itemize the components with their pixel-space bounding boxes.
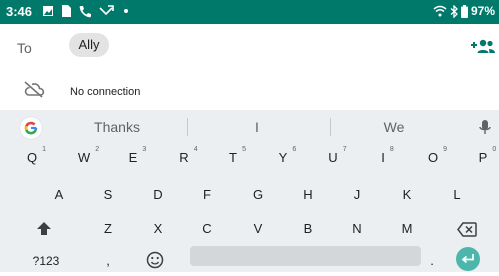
recipient-chip[interactable]: Ally	[69, 33, 109, 57]
key-r[interactable]: R4	[172, 145, 197, 171]
key-y[interactable]: Y6	[271, 145, 297, 171]
shift-icon[interactable]	[36, 221, 52, 237]
battery-percent: 97%	[470, 4, 495, 18]
key-l[interactable]: L	[445, 182, 469, 208]
backspace-icon[interactable]	[457, 222, 477, 237]
call-icon	[79, 6, 91, 18]
enter-button[interactable]	[456, 247, 480, 271]
key-z[interactable]: Z	[96, 216, 120, 242]
google-logo-icon[interactable]	[20, 117, 42, 139]
key-v[interactable]: V	[246, 216, 270, 242]
wifi-icon	[433, 5, 447, 17]
status-right-group: 97%	[433, 4, 495, 18]
to-label: To	[17, 40, 32, 56]
suggestion-3[interactable]: We	[354, 119, 434, 135]
key-n[interactable]: N	[345, 216, 369, 242]
key-c[interactable]: C	[195, 216, 219, 242]
key-q[interactable]: Q1	[20, 145, 46, 171]
cloud-off-icon	[24, 81, 45, 98]
symbols-key[interactable]: ?123	[24, 248, 68, 274]
period-key[interactable]: .	[420, 248, 444, 274]
suggestion-divider	[187, 118, 188, 136]
suggestion-divider	[330, 118, 331, 136]
key-k[interactable]: K	[395, 182, 419, 208]
key-j[interactable]: J	[345, 182, 369, 208]
microphone-icon[interactable]	[478, 119, 492, 137]
key-u[interactable]: U7	[321, 145, 346, 171]
key-h[interactable]: H	[296, 182, 320, 208]
recipient-row: To Ally	[0, 24, 499, 70]
key-a[interactable]: A	[47, 182, 71, 208]
battery-icon	[460, 4, 468, 18]
key-i[interactable]: I8	[371, 145, 395, 171]
image-notification-icon	[43, 6, 53, 16]
key-p[interactable]: P0	[471, 145, 497, 171]
enter-arrow-icon	[461, 254, 474, 264]
key-w[interactable]: W2	[72, 145, 99, 171]
key-g[interactable]: G	[246, 182, 270, 208]
key-m[interactable]: M	[395, 216, 419, 242]
key-o[interactable]: O9	[421, 145, 447, 171]
document-notification-icon	[62, 5, 71, 17]
key-d[interactable]: D	[146, 182, 170, 208]
suggestion-2[interactable]: I	[217, 119, 297, 135]
key-b[interactable]: B	[296, 216, 320, 242]
connection-status-row: No connection	[0, 70, 499, 110]
suggestion-strip: Thanks I We	[0, 110, 499, 144]
status-bar: 3:46 97%	[0, 0, 499, 24]
bluetooth-icon	[450, 4, 458, 18]
missed-call-icon	[99, 5, 114, 16]
suggestion-1[interactable]: Thanks	[77, 119, 157, 135]
key-e[interactable]: E3	[121, 145, 147, 171]
key-x[interactable]: X	[146, 216, 170, 242]
key-f[interactable]: F	[195, 182, 219, 208]
add-recipient-icon[interactable]	[470, 38, 496, 56]
key-s[interactable]: S	[96, 182, 120, 208]
comma-key[interactable]: ,	[96, 248, 120, 274]
keyboard: Thanks I We Q1 W2 E3 R4 T5 Y6 U7 I8 O9 P…	[0, 110, 499, 272]
status-time: 3:46	[6, 4, 33, 19]
connection-status-text: No connection	[70, 86, 141, 98]
more-notifications-dot-icon	[124, 9, 128, 13]
emoji-icon[interactable]	[146, 251, 164, 269]
space-bar[interactable]	[190, 246, 421, 266]
key-t[interactable]: T5	[221, 145, 246, 171]
